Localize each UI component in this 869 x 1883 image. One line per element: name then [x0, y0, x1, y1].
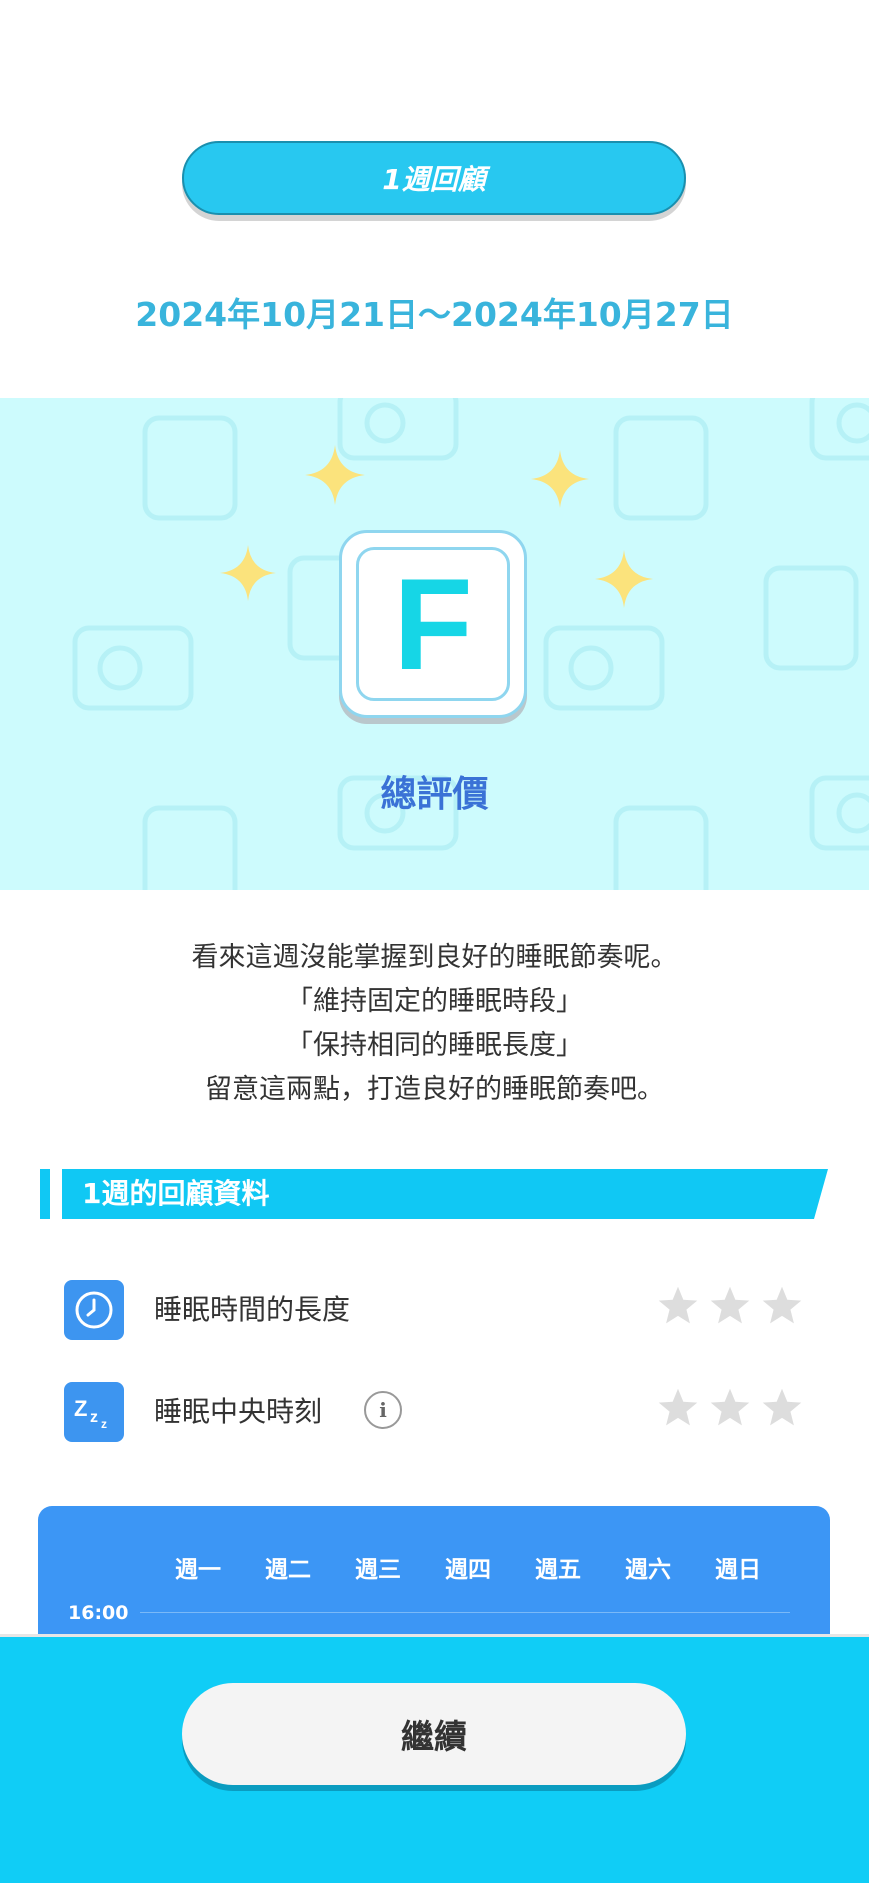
sparkle-icon [220, 545, 276, 601]
weekday-header: 週一 週二 週三 週四 週五 週六 週日 [158, 1550, 778, 1584]
review-title-pill: 1週回顧 [182, 141, 686, 215]
star-icon [710, 1286, 750, 1324]
weekday-label: 週日 [715, 1557, 761, 1583]
svg-text:z: z [101, 1417, 107, 1431]
metric-row-sleep-duration: 睡眠時間的長度 [64, 1280, 804, 1340]
metric-row-sleep-midpoint: Z z z 睡眠中央時刻 i [64, 1382, 804, 1442]
grid-line [140, 1612, 790, 1613]
review-title: 1週回顧 [382, 163, 486, 196]
message-line: 看來這週沒能掌握到良好的睡眠節奏呢。 [191, 942, 678, 973]
svg-text:Z: Z [74, 1396, 87, 1421]
weekday-label: 週三 [355, 1557, 401, 1583]
section-title: 1週的回顧資料 [82, 1177, 270, 1210]
clock-icon [64, 1280, 124, 1340]
continue-button[interactable]: 繼續 [182, 1683, 686, 1785]
date-range: 2024年10月21日～2024年10月27日 [135, 295, 734, 334]
message-line: 留意這兩點，打造良好的睡眠節奏吧。 [205, 1074, 664, 1105]
weekday-label: 週一 [175, 1557, 221, 1583]
star-rating [656, 1284, 804, 1328]
star-rating [656, 1386, 804, 1430]
weekday-label: 週四 [445, 1557, 491, 1583]
weekday-label: 週二 [265, 1557, 311, 1583]
star-icon [658, 1388, 698, 1426]
sparkle-icon [595, 550, 653, 608]
bottom-bar: 繼續 [0, 1634, 869, 1883]
time-axis-label: 16:00 [68, 1602, 129, 1624]
sparkle-icon [305, 445, 365, 505]
weekday-label: 週五 [535, 1557, 581, 1583]
star-icon [710, 1388, 750, 1426]
grade-tile: F [339, 530, 527, 718]
info-icon[interactable]: i [364, 1391, 402, 1429]
message-line: 「維持固定的睡眠時段」 [286, 986, 583, 1017]
message-line: 「保持相同的睡眠長度」 [286, 1030, 583, 1061]
metric-label: 睡眠中央時刻 [154, 1395, 323, 1428]
sparkle-icon [531, 450, 589, 508]
grade-letter: F [356, 547, 510, 701]
zzz-icon: Z z z [64, 1382, 124, 1442]
feedback-message: 看來這週沒能掌握到良好的睡眠節奏呢。 「維持固定的睡眠時段」 「保持相同的睡眠長… [0, 936, 869, 1112]
star-icon [762, 1286, 802, 1324]
section-banner: 1週的回顧資料 [40, 1169, 828, 1219]
svg-text:z: z [90, 1409, 98, 1426]
weekday-label: 週六 [625, 1557, 671, 1583]
metric-label: 睡眠時間的長度 [154, 1293, 351, 1326]
sleep-chart-card: 週一 週二 週三 週四 週五 週六 週日 16:00 [38, 1506, 830, 1646]
overall-rating-label: 總評價 [380, 774, 489, 815]
star-icon [658, 1286, 698, 1324]
star-icon [762, 1388, 802, 1426]
